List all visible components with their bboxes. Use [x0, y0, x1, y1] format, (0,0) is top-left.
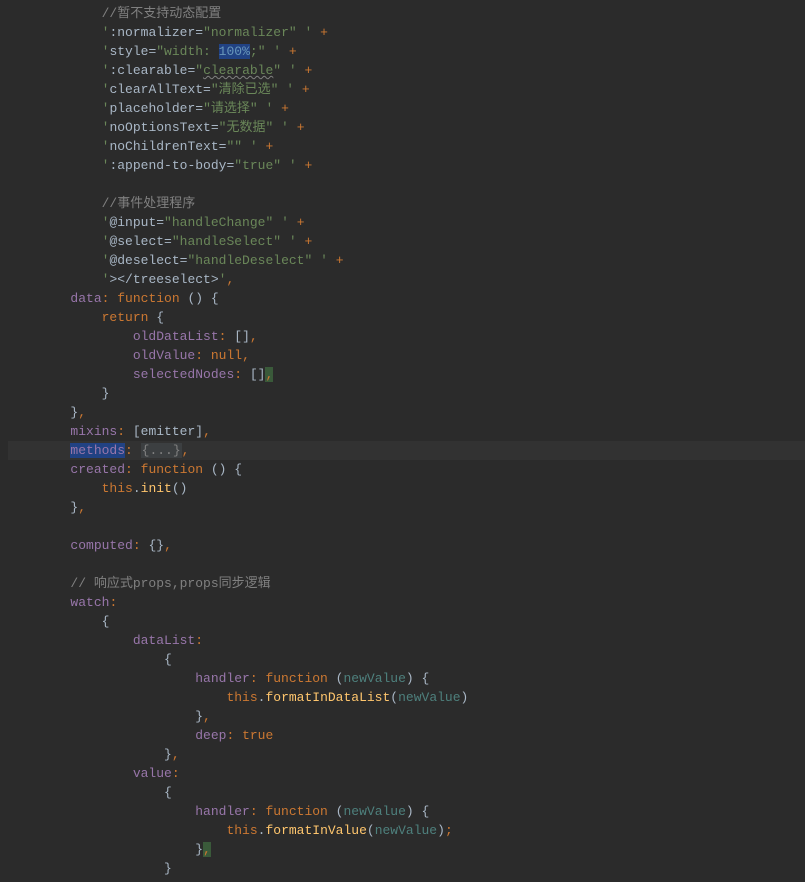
code-line[interactable]: } [8, 859, 805, 878]
code-line[interactable]: // 响应式props,props同步逻辑 [8, 574, 805, 593]
code-line[interactable]: this.formatInValue(newValue); [8, 821, 805, 840]
code-line[interactable]: selectedNodes: [], [8, 365, 805, 384]
code-line[interactable]: { [8, 650, 805, 669]
code-line[interactable]: '></treeselect>', [8, 270, 805, 289]
code-line[interactable] [8, 555, 805, 574]
code-line[interactable]: 'clearAllText="清除已选" ' + [8, 80, 805, 99]
code-line[interactable]: created: function () { [8, 460, 805, 479]
code-line[interactable]: methods: {...}, [8, 441, 805, 460]
code-line[interactable]: ':normalizer="normalizer" ' + [8, 23, 805, 42]
code-line[interactable]: '@select="handleSelect" ' + [8, 232, 805, 251]
code-line[interactable]: { [8, 612, 805, 631]
code-line[interactable]: oldValue: null, [8, 346, 805, 365]
code-line[interactable] [8, 517, 805, 536]
code-line[interactable]: }, [8, 745, 805, 764]
code-line[interactable]: '@input="handleChange" ' + [8, 213, 805, 232]
code-line[interactable]: }, [8, 840, 805, 859]
code-line[interactable]: 'noChildrenText="" ' + [8, 137, 805, 156]
code-line[interactable]: //事件处理程序 [8, 194, 805, 213]
code-editor[interactable]: //暂不支持动态配置 ':normalizer="normalizer" ' +… [0, 0, 805, 882]
code-line[interactable]: dataList: [8, 631, 805, 650]
code-line[interactable]: value: [8, 764, 805, 783]
code-line[interactable]: data: function () { [8, 289, 805, 308]
code-line[interactable]: }, [8, 498, 805, 517]
code-line[interactable]: return { [8, 308, 805, 327]
code-line[interactable]: }, [8, 403, 805, 422]
code-line[interactable] [8, 175, 805, 194]
code-line[interactable]: computed: {}, [8, 536, 805, 555]
code-line[interactable]: ':append-to-body="true" ' + [8, 156, 805, 175]
code-line[interactable]: watch: [8, 593, 805, 612]
code-line[interactable]: { [8, 783, 805, 802]
code-line[interactable]: //暂不支持动态配置 [8, 4, 805, 23]
code-line[interactable]: handler: function (newValue) { [8, 802, 805, 821]
code-line[interactable]: mixins: [emitter], [8, 422, 805, 441]
code-line[interactable]: }, [8, 707, 805, 726]
code-line[interactable]: 'noOptionsText="无数据" ' + [8, 118, 805, 137]
code-line[interactable]: handler: function (newValue) { [8, 669, 805, 688]
code-line[interactable]: '@deselect="handleDeselect" ' + [8, 251, 805, 270]
code-line[interactable]: this.formatInDataList(newValue) [8, 688, 805, 707]
code-line[interactable]: } [8, 384, 805, 403]
code-line[interactable]: this.init() [8, 479, 805, 498]
code-line[interactable]: deep: true [8, 726, 805, 745]
code-line[interactable]: oldDataList: [], [8, 327, 805, 346]
code-line[interactable]: 'placeholder="请选择" ' + [8, 99, 805, 118]
code-line[interactable]: ':clearable="clearable" ' + [8, 61, 805, 80]
code-line[interactable]: 'style="width: 100%;" ' + [8, 42, 805, 61]
